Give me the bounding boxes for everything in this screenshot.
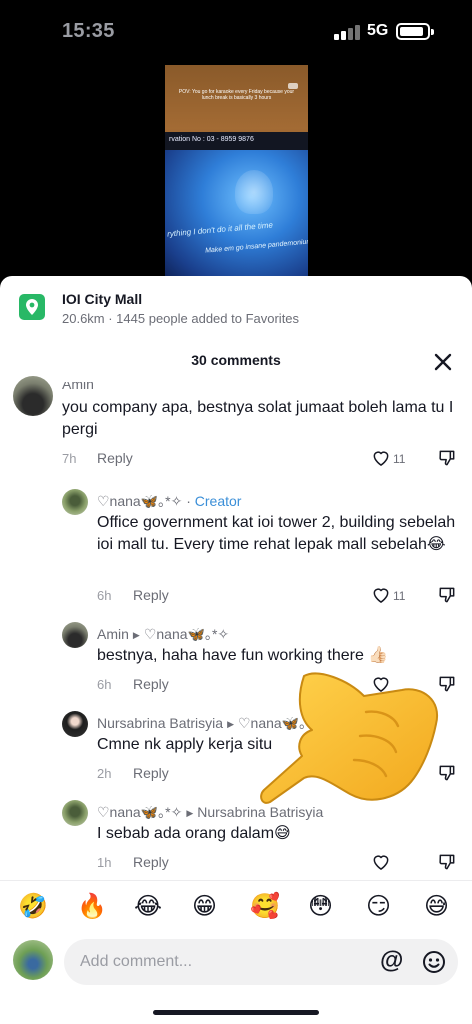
comment-text: Office government kat ioi tower 2, build… bbox=[97, 514, 456, 553]
avatar[interactable] bbox=[62, 622, 88, 648]
emoji-rofl[interactable]: 🤣 bbox=[18, 893, 48, 921]
reply-to-username: ♡nana🦋｡*✧ bbox=[143, 626, 230, 642]
comment-username[interactable]: Nursabrina Batrisyia ▶ ♡nana🦋｡*✧ bbox=[97, 713, 323, 733]
dislike-icon[interactable] bbox=[437, 448, 457, 468]
comment-text: Cmne nk apply kerja situ bbox=[97, 736, 273, 753]
video-caption: POV: You go for karaoke every Friday bec… bbox=[178, 89, 295, 101]
comment-text: you company apa, bestnya solat jumaat bo… bbox=[62, 399, 454, 438]
avatar[interactable] bbox=[62, 489, 88, 515]
like-count: 11 bbox=[393, 589, 406, 603]
video-player[interactable]: POV: You go for karaoke every Friday bec… bbox=[165, 65, 308, 277]
comment-username[interactable]: ♡nana🦋｡*✧ ▶ Nursabrina Batrisyia bbox=[97, 802, 323, 822]
reply-arrow-icon: ▶ bbox=[227, 719, 234, 729]
emoji-fire[interactable]: 🔥 bbox=[77, 893, 107, 921]
close-icon[interactable] bbox=[431, 350, 455, 374]
comment-input[interactable] bbox=[80, 939, 370, 985]
reply-arrow-icon: ▶ bbox=[132, 630, 140, 640]
reservation-text: rvation No : 03 - 8959 9876 bbox=[169, 136, 254, 143]
home-indicator bbox=[153, 1010, 319, 1015]
reply-to-username: ♡nana🦋｡*✧ bbox=[237, 715, 324, 731]
comment-username[interactable]: ♡nana🦋｡*✧ · Creator bbox=[97, 491, 241, 511]
place-name: IOI City Mall bbox=[62, 291, 143, 307]
comment-username[interactable]: Amin ▶ ♡nana🦋｡*✧ bbox=[97, 624, 229, 644]
reply-to-username: Nursabrina Batrisyia bbox=[197, 804, 324, 820]
comment-text: bestnya, haha have fun working there 👍🏻 bbox=[97, 647, 389, 664]
reply-button[interactable]: Reply bbox=[133, 854, 169, 870]
comment-time: 2h bbox=[97, 766, 112, 781]
dislike-icon[interactable] bbox=[437, 585, 457, 605]
dislike-icon[interactable] bbox=[437, 852, 457, 872]
comment-time: 6h bbox=[97, 677, 112, 692]
username-text: Amin bbox=[97, 626, 129, 642]
comment-time: 7h bbox=[62, 451, 77, 466]
emoji-joy[interactable]: 😂 bbox=[134, 893, 162, 921]
video-figure bbox=[235, 170, 273, 214]
place-meta: 20.6km · 1445 people added to Favorites bbox=[62, 311, 300, 326]
dislike-icon[interactable] bbox=[437, 763, 457, 783]
emoji-smiling-hearts[interactable]: 🥰 bbox=[250, 893, 280, 921]
emoji-picker-icon[interactable] bbox=[422, 950, 446, 974]
comment-time: 1h bbox=[97, 855, 112, 870]
battery-icon bbox=[396, 23, 434, 40]
comment-field[interactable]: @ bbox=[64, 939, 458, 985]
comments-count: 30 comments bbox=[191, 352, 281, 368]
heart-icon[interactable] bbox=[371, 674, 391, 694]
comments-header: 30 comments bbox=[0, 342, 472, 382]
emoji-sweat-smile[interactable]: 😅 bbox=[424, 893, 449, 921]
comment-input-bar: @ bbox=[0, 936, 472, 996]
heart-icon[interactable] bbox=[371, 448, 391, 468]
signal-icon bbox=[334, 24, 360, 40]
heart-icon[interactable] bbox=[371, 585, 391, 605]
username-text: Nursabrina Batrisyia bbox=[97, 715, 224, 731]
reply-arrow-icon: ▶ bbox=[186, 808, 194, 818]
user-avatar[interactable] bbox=[13, 940, 53, 980]
emoji-smirk[interactable]: 😏 bbox=[366, 893, 391, 921]
status-bar: 15:35 5G bbox=[0, 0, 472, 64]
avatar[interactable] bbox=[62, 711, 88, 737]
emoji-grin[interactable]: 😁 bbox=[192, 893, 217, 921]
reply-button[interactable]: Reply bbox=[133, 765, 169, 781]
avatar[interactable] bbox=[62, 800, 88, 826]
emoji-quick-bar: 🤣 🔥 😂 😁 🥰 😳 😏 😅 bbox=[0, 880, 472, 936]
heart-icon[interactable] bbox=[371, 852, 391, 872]
creator-badge: Creator bbox=[194, 493, 242, 509]
like-count: 11 bbox=[393, 452, 406, 466]
emoji-flushed[interactable]: 😳 bbox=[308, 893, 333, 921]
reply-button[interactable]: Reply bbox=[97, 450, 133, 466]
username-text: ♡nana🦋｡*✧ bbox=[97, 493, 183, 509]
reply-button[interactable]: Reply bbox=[133, 587, 169, 603]
network-label: 5G bbox=[367, 22, 389, 39]
mention-button[interactable]: @ bbox=[380, 947, 403, 975]
comment-text: I sebab ada orang dalam😅 bbox=[97, 825, 291, 842]
location-pin-icon bbox=[19, 294, 45, 320]
avatar[interactable] bbox=[13, 376, 53, 416]
comment-time: 6h bbox=[97, 588, 112, 603]
status-time: 15:35 bbox=[62, 20, 115, 42]
heart-icon[interactable] bbox=[371, 763, 391, 783]
place-card[interactable]: IOI City Mall 20.6km · 1445 people added… bbox=[0, 276, 472, 336]
dislike-icon[interactable] bbox=[437, 674, 457, 694]
username-text: ♡nana🦋｡*✧ bbox=[97, 804, 183, 820]
reply-button[interactable]: Reply bbox=[133, 676, 169, 692]
